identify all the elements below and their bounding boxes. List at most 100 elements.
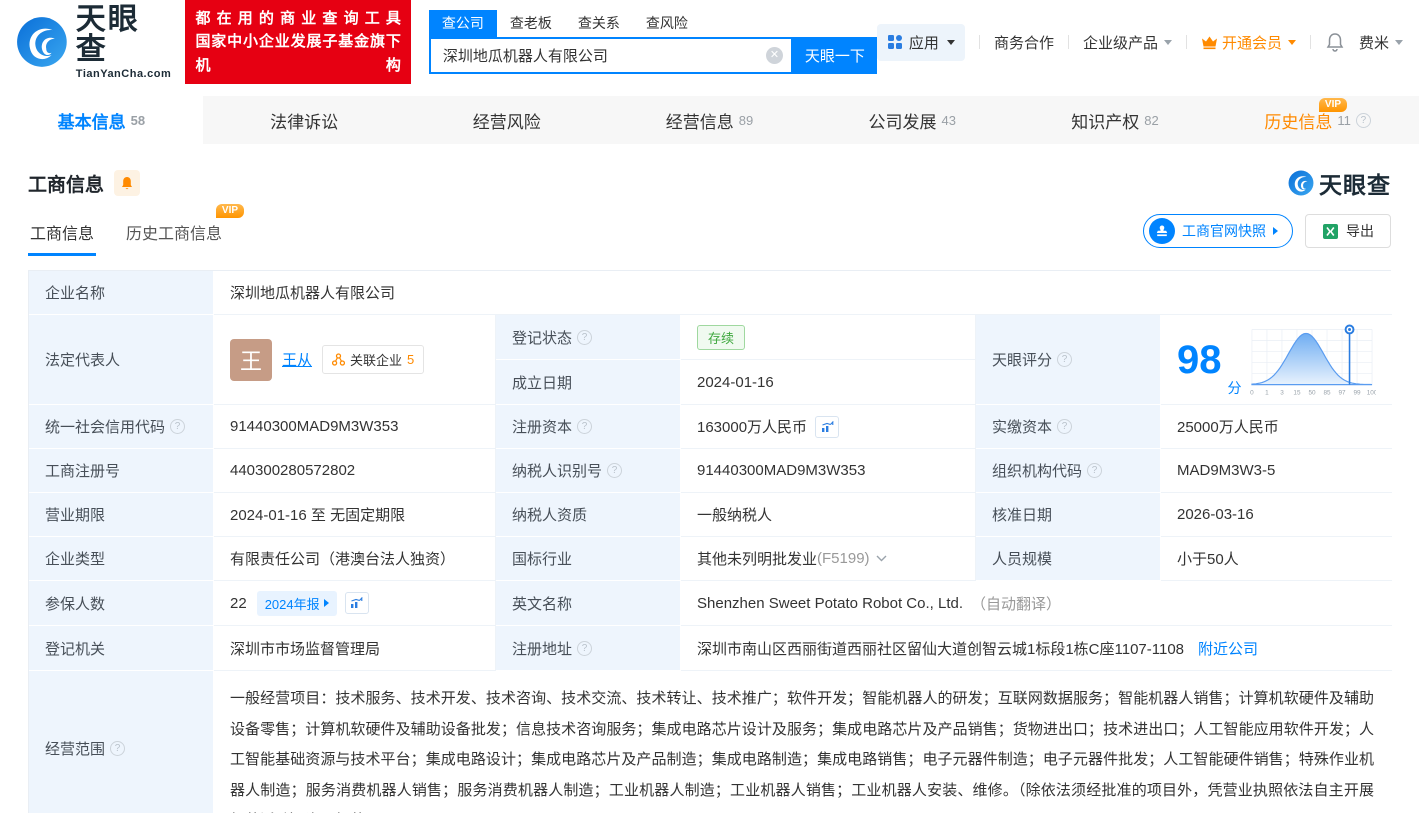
help-icon[interactable]: ? <box>607 463 623 478</box>
paid-capital: 25000万人民币 <box>1161 405 1392 449</box>
svg-text:85: 85 <box>1323 389 1331 396</box>
tab-operating-info[interactable]: 经营信息 89 <box>608 96 811 144</box>
chevron-down-icon <box>1395 39 1403 45</box>
help-icon[interactable]: ? <box>1087 463 1103 478</box>
field-label: 注册地址 ? <box>496 626 681 671</box>
insured-trend-button[interactable] <box>344 592 369 614</box>
svg-text:1: 1 <box>1265 389 1269 396</box>
cooperation-link[interactable]: 商务合作 <box>994 32 1054 53</box>
enterprise-menu[interactable]: 企业级产品 <box>1083 32 1172 53</box>
business-info-table: 企业名称 深圳地瓜机器人有限公司 法定代表人 王 王从 关联企业 5 登记状态 … <box>28 270 1392 813</box>
field-label: 营业期限 <box>29 493 214 537</box>
svg-text:100: 100 <box>1366 389 1375 396</box>
svg-text:15: 15 <box>1293 389 1301 396</box>
tab-history-info[interactable]: VIP 历史信息 11 ? <box>1216 96 1419 144</box>
field-label: 法定代表人 <box>29 315 214 405</box>
tianyancha-logo[interactable]: 天眼查 TianYanCha.com <box>16 4 172 80</box>
section-subtabs-row: 工商信息 VIP 历史工商信息 工商官网快照 导出 <box>0 200 1419 256</box>
registration-status: 存续 <box>681 315 976 360</box>
approval-date: 2026-03-16 <box>1161 493 1392 537</box>
help-icon[interactable]: ? <box>1057 419 1073 434</box>
help-icon[interactable]: ? <box>577 329 593 345</box>
subtab-history-business-info[interactable]: VIP 历史工商信息 <box>124 204 245 256</box>
chevron-down-icon <box>1287 39 1296 45</box>
annual-report-badge[interactable]: 2024年报 <box>256 590 337 616</box>
divider <box>1185 35 1187 49</box>
status-badge: 存续 <box>697 324 746 350</box>
tab-legal-proceedings[interactable]: 法律诉讼 <box>203 96 406 144</box>
search-tab-risk[interactable]: 查风险 <box>633 10 701 37</box>
arrow-right-icon <box>1273 227 1278 235</box>
excel-icon <box>1323 223 1338 239</box>
tab-operating-risk[interactable]: 经营风险 <box>405 96 608 144</box>
notification-bell-icon[interactable] <box>1325 32 1345 53</box>
arrow-right-icon <box>323 599 329 607</box>
field-label: 工商注册号 <box>29 449 214 493</box>
related-companies-badge[interactable]: 关联企业 5 <box>322 345 425 374</box>
industry[interactable]: 其他未列明批发业 (F5199) <box>681 537 976 581</box>
monitor-bell-button[interactable] <box>114 170 141 196</box>
org-code: MAD9M3W3-5 <box>1161 449 1392 493</box>
capital-trend-button[interactable] <box>815 415 840 438</box>
divider <box>978 35 980 49</box>
field-label: 人员规模 <box>976 537 1161 581</box>
search-button[interactable]: 天眼一下 <box>792 37 877 74</box>
svg-text:0: 0 <box>1250 389 1254 396</box>
chevron-down-icon[interactable] <box>876 555 887 562</box>
export-button[interactable]: 导出 <box>1305 214 1391 248</box>
user-menu[interactable]: 费米 <box>1359 32 1403 53</box>
clear-icon[interactable]: ✕ <box>765 47 783 64</box>
insured-count: 22 2024年报 <box>214 581 496 626</box>
tab-company-development[interactable]: 公司发展 43 <box>811 96 1014 144</box>
tab-basic-info[interactable]: 基本信息 58 <box>0 96 203 144</box>
search-area: 查公司 查老板 查关系 查风险 ✕ 天眼一下 <box>428 10 877 74</box>
trend-chart-icon <box>351 597 363 608</box>
registry-authority: 深圳市市场监督管理局 <box>214 626 496 671</box>
help-icon[interactable]: ? <box>1355 112 1371 128</box>
search-tab-relation[interactable]: 查关系 <box>565 10 633 37</box>
business-scope: 一般经营项目：技术服务、技术开发、技术咨询、技术交流、技术转让、技术推广；软件开… <box>214 671 1392 813</box>
field-label: 企业名称 <box>29 271 214 315</box>
section-watermark-logo: 天眼查 <box>1288 166 1391 200</box>
establish-date: 2024-01-16 <box>681 360 976 405</box>
help-icon[interactable]: ? <box>577 419 593 434</box>
brand-domain: TianYanCha.com <box>75 67 172 80</box>
crown-icon <box>1201 36 1217 49</box>
field-label: 核准日期 <box>976 493 1161 537</box>
tianyancha-swirl-icon <box>17 17 67 67</box>
field-label: 统一社会信用代码 ? <box>29 405 214 449</box>
registered-capital: 163000万人民币 <box>681 405 976 449</box>
field-label: 纳税人识别号 ? <box>496 449 681 493</box>
search-tabs: 查公司 查老板 查关系 查风险 <box>428 10 877 37</box>
field-label: 登记机关 <box>29 626 214 671</box>
vip-badge: VIP <box>1318 98 1348 112</box>
field-label: 纳税人资质 <box>496 493 681 537</box>
slogan-banner: 都在用的商业查询工具 国家中小企业发展子基金旗下机构 <box>185 0 411 84</box>
help-icon[interactable]: ? <box>1057 352 1073 367</box>
nearby-companies-link[interactable]: 附近公司 <box>1198 638 1258 659</box>
legal-rep-link[interactable]: 王从 <box>282 349 312 370</box>
slogan-line1: 都在用的商业查询工具 <box>195 10 401 28</box>
vip-upgrade-menu[interactable]: 开通会员 <box>1201 32 1296 53</box>
official-snapshot-button[interactable]: 工商官网快照 <box>1143 214 1293 248</box>
field-label: 登记状态 ? <box>496 315 681 360</box>
search-tab-boss[interactable]: 查老板 <box>497 10 565 37</box>
help-icon[interactable]: ? <box>577 640 593 656</box>
taxpayer-id: 91440300MAD9M3W353 <box>681 449 976 493</box>
apps-menu[interactable]: 应用 <box>876 23 965 61</box>
stamp-icon <box>1149 218 1175 244</box>
section-title: 工商信息 <box>28 174 105 196</box>
svg-text:3: 3 <box>1280 389 1284 396</box>
network-icon <box>332 353 346 366</box>
tab-intellectual-property[interactable]: 知识产权 82 <box>1014 96 1217 144</box>
avatar[interactable]: 王 <box>230 338 272 381</box>
help-icon[interactable]: ? <box>170 419 186 434</box>
help-icon[interactable]: ? <box>110 740 126 756</box>
field-label: 注册资本 ? <box>496 405 681 449</box>
search-tab-company[interactable]: 查公司 <box>428 10 497 37</box>
subtab-business-info[interactable]: 工商信息 <box>28 206 97 256</box>
staff-size: 小于50人 <box>1161 537 1392 581</box>
search-input[interactable] <box>428 37 793 74</box>
slogan-line2: 国家中小企业发展子基金旗下机构 <box>195 33 401 74</box>
taxpayer-quality: 一般纳税人 <box>681 493 976 537</box>
